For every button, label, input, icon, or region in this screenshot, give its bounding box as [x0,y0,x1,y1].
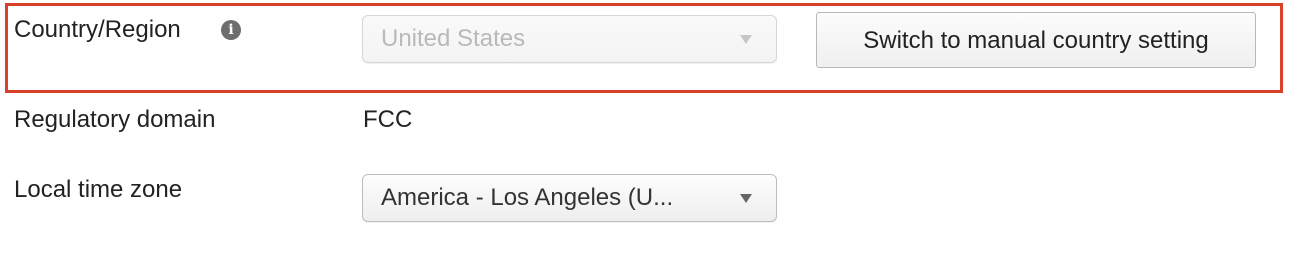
country-region-select[interactable]: United States [362,15,777,63]
country-region-label: Country/Region [14,16,181,43]
switch-manual-country-button[interactable]: Switch to manual country setting [816,12,1256,68]
time-zone-select[interactable]: America - Los Angeles (U... [362,174,777,222]
info-icon[interactable]: i [221,20,241,40]
regulatory-domain-value: FCC [363,106,413,133]
local-time-zone-label: Local time zone [14,176,183,203]
chevron-down-icon [740,35,752,44]
chevron-down-icon [740,194,752,203]
time-zone-select-value: America - Los Angeles (U... [381,184,674,211]
regulatory-domain-label: Regulatory domain [14,106,216,133]
country-region-select-value: United States [381,25,526,52]
